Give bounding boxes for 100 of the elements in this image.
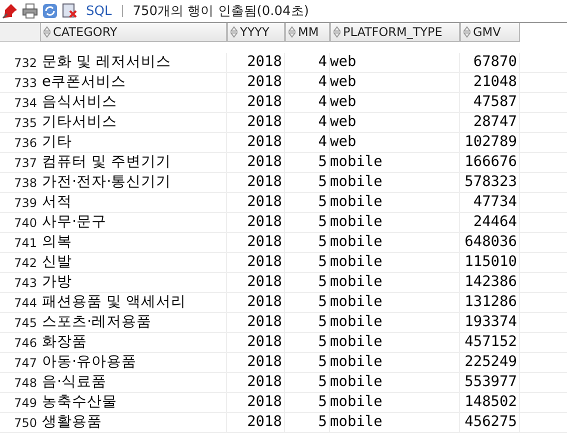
table-cell: 115010 [460, 253, 520, 272]
row-number: 737 [13, 156, 38, 170]
table-cell: web [330, 113, 460, 132]
table-cell: 5 [285, 273, 330, 292]
table-cell: 5 [285, 313, 330, 332]
table-cell: mobile [330, 253, 460, 272]
print-icon[interactable] [22, 3, 38, 19]
table-cell: mobile [330, 353, 460, 372]
table-cell: 문화 및 레저서비스 [40, 53, 227, 72]
refresh-icon[interactable] [42, 3, 58, 19]
row-number: 750 [13, 416, 38, 430]
table-cell: 스포츠·레저용품 [40, 313, 227, 332]
table-cell: 기타서비스 [40, 113, 227, 132]
table-cell: 5 [285, 173, 330, 192]
table-cell: 음·식료품 [40, 373, 227, 392]
table-cell: 47587 [460, 93, 520, 112]
table-cell: e쿠폰서비스 [40, 73, 227, 92]
table-cell: mobile [330, 413, 460, 432]
table-cell: 102789 [460, 133, 520, 152]
sql-link[interactable]: SQL [86, 4, 112, 18]
row-number: 745 [13, 316, 38, 330]
column-header[interactable]: YYYY [227, 23, 285, 42]
table-cell: web [330, 53, 460, 72]
table-cell: 가방 [40, 273, 227, 292]
table-cell: 기타 [40, 133, 227, 152]
table-cell: 사무·문구 [40, 213, 227, 232]
table-cell: 2018 [227, 73, 285, 92]
row-number: 748 [13, 376, 38, 390]
table-cell: 5 [285, 233, 330, 252]
table-cell: web [330, 73, 460, 92]
table-cell: 648036 [460, 233, 520, 252]
row-number: 749 [13, 396, 38, 410]
table-cell: mobile [330, 373, 460, 392]
table-cell: 2018 [227, 333, 285, 352]
sort-icon[interactable] [333, 26, 341, 38]
table-cell: 67870 [460, 53, 520, 72]
table-cell: 의복 [40, 233, 227, 252]
table-cell: 5 [285, 413, 330, 432]
table-cell: 신발 [40, 253, 227, 272]
row-number: 746 [13, 336, 38, 350]
table-cell: 5 [285, 333, 330, 352]
table-cell: 2018 [227, 93, 285, 112]
table-cell: 2018 [227, 353, 285, 372]
column-header[interactable]: GMV [460, 23, 520, 42]
table-cell: 2018 [227, 293, 285, 312]
table-cell: 193374 [460, 313, 520, 332]
table-cell: 가전·전자·통신기기 [40, 173, 227, 192]
pushpin-icon[interactable] [2, 3, 18, 19]
table-cell: mobile [330, 333, 460, 352]
table-cell: web [330, 133, 460, 152]
table-cell: 5 [285, 153, 330, 172]
table-cell: 2018 [227, 173, 285, 192]
row-number: 747 [13, 356, 38, 370]
table-cell: mobile [330, 293, 460, 312]
table-cell: 5 [285, 213, 330, 232]
column-header[interactable]: PLATFORM_TYPE [330, 23, 460, 42]
table-cell: 5 [285, 193, 330, 212]
table-cell: mobile [330, 313, 460, 332]
table-cell: 2018 [227, 213, 285, 232]
row-number: 740 [13, 216, 38, 230]
row-number: 734 [13, 96, 38, 110]
table-cell: mobile [330, 193, 460, 212]
table-cell: 21048 [460, 73, 520, 92]
table-cell: 4 [285, 133, 330, 152]
table-cell: 4 [285, 113, 330, 132]
column-header[interactable]: CATEGORY [40, 23, 227, 42]
row-number: 739 [13, 196, 38, 210]
sort-icon[interactable] [463, 26, 471, 38]
table-cell: 2018 [227, 233, 285, 252]
table-cell: mobile [330, 393, 460, 412]
table-cell: 5 [285, 373, 330, 392]
table-cell: 2018 [227, 393, 285, 412]
table-cell: 2018 [227, 253, 285, 272]
table-cell: 5 [285, 253, 330, 272]
sort-icon[interactable] [230, 26, 238, 38]
table-cell: 5 [285, 293, 330, 312]
row-number: 733 [13, 76, 38, 90]
table-cell: 컴퓨터 및 주변기기 [40, 153, 227, 172]
table-cell: mobile [330, 173, 460, 192]
table-cell: 24464 [460, 213, 520, 232]
table-cell: 농축수산물 [40, 393, 227, 412]
row-number: 742 [13, 256, 38, 270]
table-cell: 아동·유아용품 [40, 353, 227, 372]
table-cell: 457152 [460, 333, 520, 352]
table-cell: 166676 [460, 153, 520, 172]
header-corner [0, 23, 40, 42]
table-cell: 456275 [460, 413, 520, 432]
table-cell: 148502 [460, 393, 520, 412]
row-number: 732 [13, 56, 38, 70]
row-number: 743 [13, 276, 38, 290]
delete-icon[interactable] [62, 3, 78, 19]
table-cell: web [330, 93, 460, 112]
table-cell: 4 [285, 93, 330, 112]
table-cell: 2018 [227, 273, 285, 292]
sort-icon[interactable] [43, 26, 51, 38]
status-text: 750개의 행이 인출됨(0.04초) [132, 3, 309, 20]
table-cell: 화장품 [40, 333, 227, 352]
column-header[interactable]: MM [285, 23, 330, 42]
sort-icon[interactable] [288, 26, 296, 38]
table-cell: 생활용품 [40, 413, 227, 432]
